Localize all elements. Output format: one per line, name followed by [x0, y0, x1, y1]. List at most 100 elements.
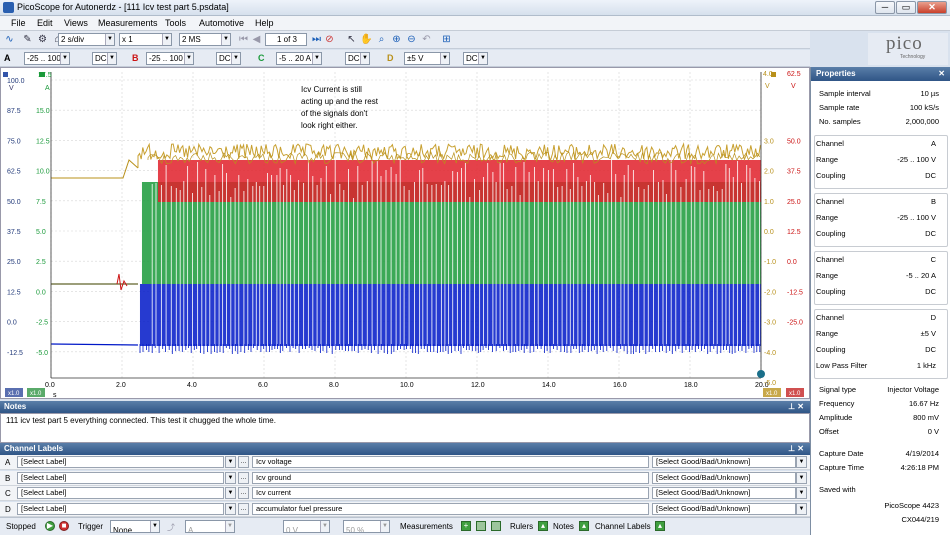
trigger-label: Trigger [78, 522, 104, 531]
channel-b-range[interactable]: -25 .. 100 V ▼ [146, 52, 194, 65]
notes-text[interactable]: 111 icv test part 5 everything connected… [0, 413, 810, 443]
stop-icon[interactable]: ■ [59, 521, 69, 531]
label-select[interactable]: [Select Label] [17, 502, 224, 515]
pin-close-icon[interactable]: ⊥ ✕ [788, 401, 804, 413]
trigger-edge-icon[interactable]: ⤴ [167, 522, 175, 533]
trigger-level[interactable]: 0 V ▼ [283, 520, 330, 533]
chevron-down-icon[interactable]: ▼ [796, 487, 807, 499]
channel-a-range[interactable]: -25 .. 100 V ▼ [24, 52, 70, 65]
zoom-fit-icon[interactable]: ⊞ [440, 33, 453, 46]
scope-plot[interactable]: 0.0 2.0 4.0 6.0 8.0 10.0 12.0 14.0 16.0 18.0 20.01… [1, 68, 809, 398]
trigger-channel-select[interactable]: A ▼ [185, 520, 235, 533]
menu-tools[interactable]: Tools [165, 18, 186, 28]
probe-icon[interactable]: ✎ [21, 33, 34, 46]
status-select[interactable]: [Select Good/Bad/Unknown] [652, 456, 796, 468]
trigger-select[interactable]: None ▼ [110, 520, 160, 533]
close-button[interactable]: ✕ [917, 1, 947, 14]
prev-buffer-icon[interactable]: ◀ [250, 33, 263, 46]
chevron-down-icon[interactable]: ▼ [796, 471, 807, 484]
label-select[interactable]: [Select Label] [17, 456, 224, 468]
edit-measurement-icon[interactable] [476, 521, 486, 531]
channel-b-coupling[interactable]: DC ▼ [216, 52, 241, 65]
timebase-select[interactable]: 2 s/div ▼ [58, 33, 115, 46]
first-buffer-icon[interactable]: ⏮ [237, 33, 250, 46]
close-icon[interactable]: ✕ [938, 67, 945, 81]
more-icon[interactable]: … [238, 456, 249, 468]
status-select[interactable]: [Select Good/Bad/Unknown] [652, 471, 796, 484]
settings-icon[interactable]: ⚙ [36, 33, 49, 46]
chevron-down-icon[interactable]: ▼ [225, 502, 236, 515]
x-tick-label: 16.0 [613, 382, 627, 389]
zoom-in-icon[interactable]: ⊕ [390, 33, 403, 46]
status-select[interactable]: [Select Good/Bad/Unknown] [652, 487, 796, 499]
stop-icon[interactable]: ⊘ [323, 33, 336, 46]
offset-marker-a[interactable] [3, 72, 8, 77]
channel-d-coupling[interactable]: DC ▼ [463, 52, 488, 65]
label-description[interactable]: Icv current [252, 487, 649, 499]
menu-help[interactable]: Help [255, 18, 274, 28]
capture-state: Stopped [6, 522, 36, 531]
channel-a-button[interactable]: A [4, 53, 11, 63]
start-icon[interactable]: ▶ [45, 521, 55, 531]
channel-a-coupling[interactable]: DC ▼ [92, 52, 117, 65]
channel-c-coupling[interactable]: DC ▼ [345, 52, 370, 65]
pico-logo: pico Technology [868, 33, 948, 65]
pretrigger-percent[interactable]: 50 % ▼ [343, 520, 390, 533]
menu-file[interactable]: File [11, 18, 26, 28]
scope-mode-icon[interactable]: ∿ [3, 33, 16, 46]
rulers-toggle-icon[interactable]: ▴ [538, 521, 548, 531]
pin-close-icon[interactable]: ⊥ ✕ [788, 443, 804, 455]
maximize-button[interactable]: ▭ [896, 1, 916, 14]
next-buffer-icon[interactable]: ⏭ [310, 33, 323, 46]
channel-c-button[interactable]: C [258, 53, 265, 63]
property-key: Capture Date [819, 449, 864, 458]
zoom-select[interactable]: x 1 ▼ [119, 33, 172, 46]
minimize-button[interactable]: ─ [875, 1, 895, 14]
label-description[interactable]: Icv voltage [252, 456, 649, 468]
axis-d-tick: -1.0 [764, 259, 776, 266]
more-icon[interactable]: … [238, 471, 249, 484]
label-description[interactable]: accumulator fuel pressure [252, 502, 649, 515]
hand-tool-icon[interactable]: ✋ [360, 33, 373, 46]
chevron-down-icon[interactable]: ▼ [225, 487, 236, 499]
status-select[interactable]: [Select Good/Bad/Unknown] [652, 502, 796, 515]
menu-measurements[interactable]: Measurements [98, 18, 158, 28]
chevron-down-icon[interactable]: ▼ [796, 456, 807, 468]
channel-b-scale-label: x1.0 [789, 391, 801, 397]
chevron-down-icon: ▼ [440, 53, 449, 64]
label-description[interactable]: Icv ground [252, 471, 649, 484]
undo-zoom-icon[interactable]: ↶ [420, 33, 433, 46]
offset-marker-d[interactable] [771, 72, 776, 77]
channel-labels-toggle-icon[interactable]: ▴ [655, 521, 665, 531]
chevron-down-icon[interactable]: ▼ [225, 471, 236, 484]
label-select[interactable]: [Select Label] [17, 487, 224, 499]
label-select[interactable]: [Select Label] [17, 471, 224, 484]
notes-toggle-icon[interactable]: ▴ [579, 521, 589, 531]
channel-d-range[interactable]: ±5 V ▼ [404, 52, 450, 65]
axis-d-tick: -4.0 [764, 350, 776, 357]
add-measurement-icon[interactable]: + [461, 521, 471, 531]
chevron-down-icon[interactable]: ▼ [796, 502, 807, 515]
channel-b-button[interactable]: B [132, 53, 139, 63]
more-icon[interactable]: … [238, 502, 249, 515]
zoom-region-icon[interactable]: ⌕ [375, 33, 388, 46]
delete-measurement-icon[interactable] [491, 521, 501, 531]
x-axis-unit: s [53, 392, 57, 398]
pointer-tool-icon[interactable]: ↖ [345, 33, 358, 46]
samples-select[interactable]: 2 MS ▼ [179, 33, 231, 46]
zoom-out-icon[interactable]: ⊖ [405, 33, 418, 46]
menu-views[interactable]: Views [64, 18, 88, 28]
property-value: -25 .. 100 V [897, 155, 936, 164]
ruler-handle[interactable] [757, 370, 765, 378]
offset-marker-c[interactable] [39, 72, 45, 77]
channel-c-range[interactable]: -5 .. 20 A ▼ [276, 52, 322, 65]
channel-d-button[interactable]: D [387, 53, 394, 63]
menu-automotive[interactable]: Automotive [199, 18, 244, 28]
scope-view[interactable]: 0.0 2.0 4.0 6.0 8.0 10.0 12.0 14.0 16.0 18.0 20.0 1… [0, 67, 810, 399]
chevron-down-icon[interactable]: ▼ [225, 456, 236, 468]
buffer-navigator[interactable]: 1 of 3 [265, 33, 307, 46]
more-icon[interactable]: … [238, 487, 249, 499]
property-value: -5 .. 20 A [905, 271, 936, 280]
property-key: Saved with [819, 485, 856, 494]
menu-edit[interactable]: Edit [37, 18, 53, 28]
